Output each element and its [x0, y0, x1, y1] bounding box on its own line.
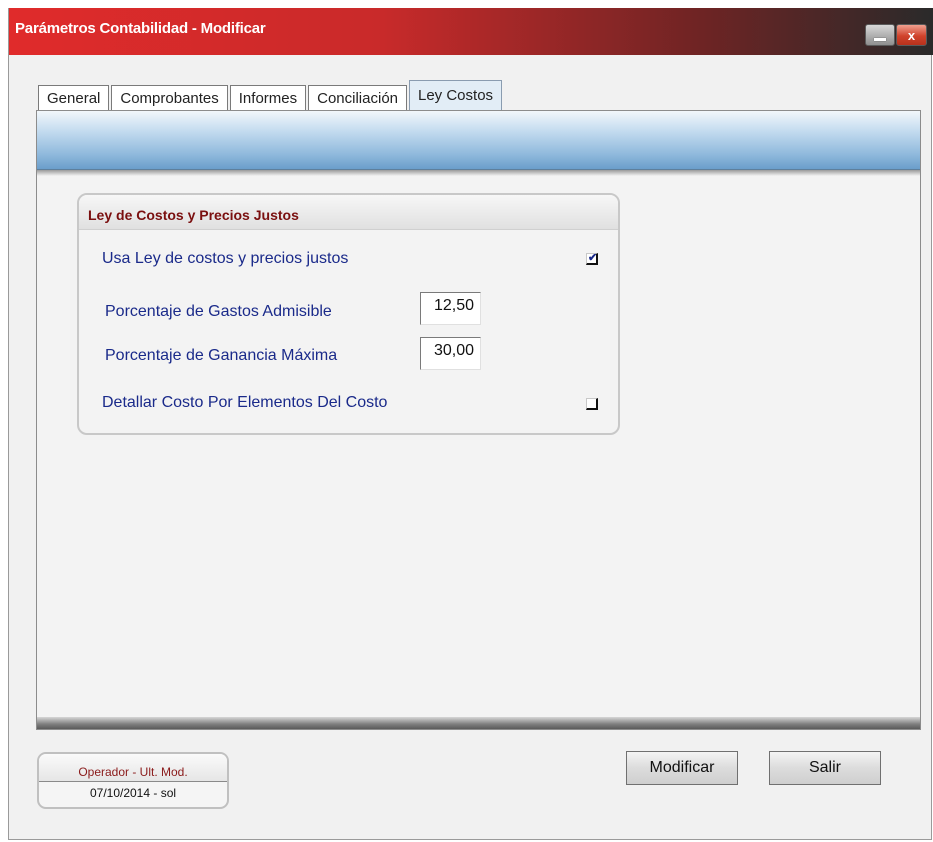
- tab-conciliacion[interactable]: Conciliación: [308, 85, 407, 111]
- tab-general[interactable]: General: [38, 85, 110, 111]
- group-header: Ley de Costos y Precios Justos: [79, 195, 618, 230]
- detallar-costo-label: Detallar Costo Por Elementos Del Costo: [102, 394, 388, 411]
- usa-ley-label: Usa Ley de costos y precios justos: [102, 250, 349, 267]
- page-footer-band: [37, 717, 920, 729]
- gastos-admisible-label: Porcentaje de Gastos Admisible: [105, 303, 332, 320]
- window-title: Parámetros Contabilidad - Modificar: [15, 20, 266, 37]
- usa-ley-checkbox[interactable]: ✔: [586, 252, 598, 265]
- operador-status-box: Operador - Ult. Mod. 07/10/2014 - sol: [37, 752, 229, 809]
- gastos-admisible-input[interactable]: 12,50: [420, 292, 481, 325]
- tab-page-ley-costos: Ley de Costos y Precios Justos Usa Ley d…: [36, 110, 921, 730]
- page-header-band: [37, 111, 920, 170]
- modificar-button[interactable]: Modificar: [626, 751, 738, 785]
- main-window: Parámetros Contabilidad - Modificar x Ge…: [8, 8, 933, 840]
- page-header-shadow: [37, 170, 920, 176]
- group-title: Ley de Costos y Precios Justos: [88, 207, 299, 223]
- tab-strip: General Comprobantes Informes Conciliaci…: [38, 80, 504, 111]
- ganancia-maxima-input[interactable]: 30,00: [420, 337, 481, 370]
- ultima-modificacion-value: 07/10/2014 - sol: [89, 786, 177, 800]
- detallar-costo-checkbox[interactable]: [586, 398, 598, 410]
- close-button[interactable]: x: [896, 24, 927, 46]
- close-icon: x: [907, 27, 916, 43]
- status-header: Operador - Ult. Mod.: [39, 754, 227, 782]
- ley-costos-groupbox: Ley de Costos y Precios Justos Usa Ley d…: [77, 193, 620, 435]
- title-bar[interactable]: Parámetros Contabilidad - Modificar x: [9, 8, 933, 55]
- tab-ley-costos[interactable]: Ley Costos: [409, 80, 503, 111]
- salir-button[interactable]: Salir: [769, 751, 881, 785]
- ganancia-maxima-label: Porcentaje de Ganancia Máxima: [105, 347, 338, 364]
- tab-informes[interactable]: Informes: [229, 85, 307, 111]
- tab-comprobantes[interactable]: Comprobantes: [111, 85, 228, 111]
- check-icon: ✔: [588, 252, 598, 264]
- minimize-icon: [874, 37, 886, 41]
- operador-label: Operador - Ult. Mod.: [78, 765, 188, 779]
- minimize-button[interactable]: [865, 24, 895, 46]
